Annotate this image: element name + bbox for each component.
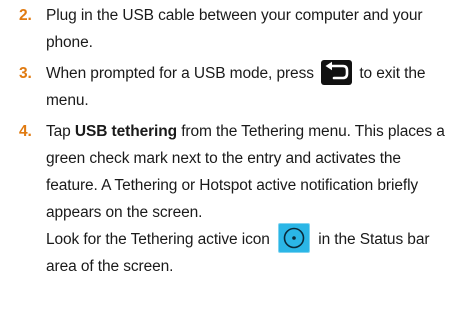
back-arrow-icon [321, 59, 353, 85]
step-number: 3. [19, 65, 32, 82]
step-2-line-2: phone. [46, 34, 93, 51]
step-text: Plug in the USB cable between your compu… [46, 2, 461, 56]
step-number: 4. [19, 123, 32, 140]
step-number: 2. [19, 7, 32, 24]
step-text: When prompted for a USB mode, press to e… [46, 59, 461, 114]
step-4-line-2: green check mark next to the entry and a… [46, 150, 401, 167]
step-3-line-1: When prompted for a USB mode, press to e… [46, 59, 461, 87]
step-4-line-5: Look for the Tethering active icon in th… [46, 222, 461, 253]
step-4-line-3: feature. A Tethering or Hotspot active n… [46, 177, 419, 194]
step-4-text-after-icon: in the Status bar [318, 231, 430, 248]
step-3-text-before-icon: When prompted for a USB mode, press [46, 65, 314, 82]
step-3-text-after-icon: to exit the [359, 65, 426, 82]
step-4-tap-word: Tap [46, 123, 71, 140]
step-4-text-before-icon: Look for the Tethering active icon [46, 231, 270, 248]
instruction-document: 2. Plug in the USB cable between your co… [0, 0, 467, 310]
step-4-line-6: area of the screen. [46, 258, 174, 275]
step-4-line-4: appears on the screen. [46, 204, 203, 221]
step-3-line-2: menu. [46, 92, 89, 109]
step-2-line-1: Plug in the USB cable between your compu… [46, 7, 423, 24]
tethering-active-icon [278, 222, 311, 253]
step-4-line-1-rest: from the Tethering menu. This places a [181, 123, 445, 140]
step-4-line-1: Tap USB tethering from the Tethering men… [46, 118, 461, 145]
usb-tethering-term: USB tethering [74, 123, 177, 140]
step-text: Tap USB tethering from the Tethering men… [46, 118, 461, 280]
